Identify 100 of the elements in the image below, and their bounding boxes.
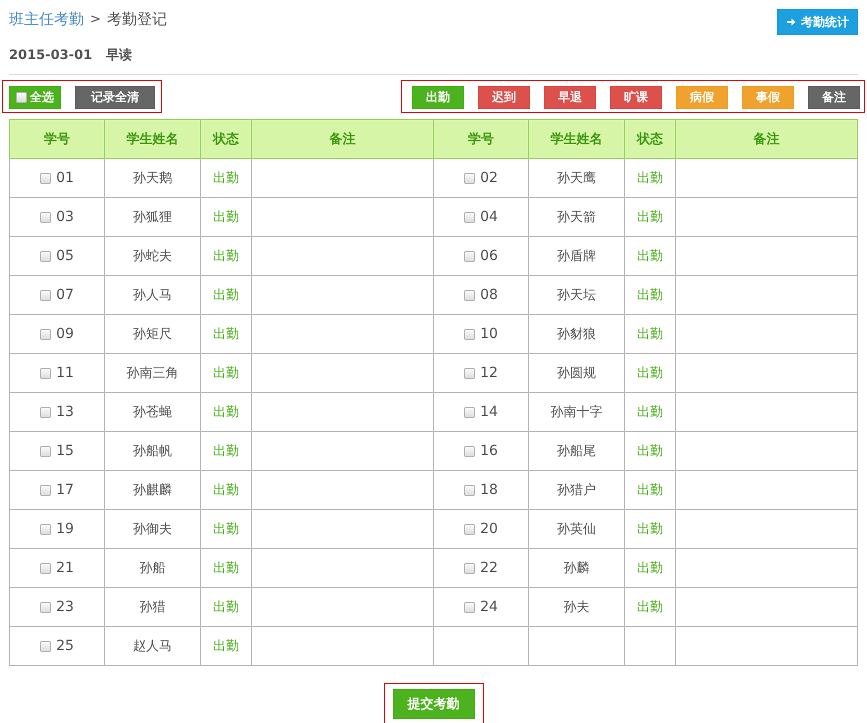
student-name: 赵人马 [133,639,172,654]
submit-button[interactable]: 提交考勤 [392,689,474,719]
checkbox[interactable] [464,602,476,612]
column-header: 学号 [434,120,528,158]
status-label: 出勤 [637,288,663,303]
checkbox[interactable] [40,250,52,262]
checkbox[interactable] [16,92,27,103]
student-name: 孙苍蝇 [133,405,172,420]
status-label: 出勤 [213,288,239,303]
status-label: 出勤 [213,249,239,264]
checkbox[interactable] [464,368,476,378]
status-label: 出勤 [213,444,239,459]
session-date: 2015-03-01 [9,48,92,62]
clear-button[interactable]: 记录全清 [75,86,155,109]
checkbox[interactable] [40,602,52,612]
checkbox[interactable] [464,328,476,340]
column-header: 状态 [200,120,252,158]
student-name: 孙圆规 [557,366,596,381]
column-header: 状态 [624,120,676,158]
status-button[interactable]: 备注 [808,86,860,109]
student-name: 孙狐狸 [133,210,172,225]
student-name: 孙猎户 [557,483,596,498]
status-label: 出勤 [213,405,239,420]
student-number: 17 [56,482,74,498]
select-all-button[interactable]: 全选 [9,86,61,109]
student-name: 孙人马 [133,288,172,303]
student-name: 孙蛇夫 [133,249,172,264]
breadcrumb-current: 考勤登记 [106,10,167,29]
student-name: 孙天鹰 [557,171,596,186]
student-name: 孙船尾 [557,444,596,459]
checkbox[interactable] [464,172,476,184]
status-button[interactable]: 旷课 [610,86,662,109]
status-label: 出勤 [213,522,239,537]
checkbox[interactable] [40,328,52,340]
statistics-button[interactable]: 考勤统计 [777,9,858,35]
checkbox[interactable] [40,172,52,184]
checkbox[interactable] [464,212,476,222]
checkbox[interactable] [464,406,476,418]
checkbox[interactable] [464,562,476,574]
status-button[interactable]: 早退 [544,86,596,109]
status-label: 出勤 [637,171,663,186]
student-number: 21 [56,560,74,576]
breadcrumb-link[interactable]: 班主任考勤 [9,10,84,29]
checkbox[interactable] [40,640,52,652]
student-name: 孙矩尺 [133,327,172,342]
status-label: 出勤 [637,600,663,615]
checkbox[interactable] [40,290,52,300]
student-number: 03 [56,209,74,225]
student-number: 20 [480,521,498,537]
breadcrumb-separator: > [90,12,101,27]
student-name: 孙船 [140,561,166,576]
checkbox[interactable] [464,524,476,534]
student-number: 04 [480,209,498,225]
status-label: 出勤 [637,561,663,576]
student-number: 24 [480,599,498,615]
student-number: 13 [56,404,74,420]
column-header: 学生姓名 [528,120,624,158]
checkbox[interactable] [464,446,476,456]
checkbox[interactable] [40,406,52,418]
student-name: 孙盾牌 [557,249,596,264]
checkbox[interactable] [464,250,476,262]
student-number: 09 [56,326,74,342]
student-name: 孙麟 [564,561,590,576]
status-label: 出勤 [213,327,239,342]
checkbox[interactable] [40,484,52,496]
student-name: 孙船帆 [133,444,172,459]
status-button[interactable]: 事假 [742,86,794,109]
checkbox[interactable] [40,524,52,534]
status-label: 出勤 [213,639,239,654]
student-name: 孙猎 [140,600,166,615]
checkbox[interactable] [464,484,476,496]
checkbox[interactable] [40,562,52,574]
status-label: 出勤 [213,171,239,186]
student-number: 11 [56,365,74,381]
student-name: 孙夫 [564,600,590,615]
student-number: 12 [480,365,498,381]
student-name: 孙御夫 [133,522,172,537]
status-button[interactable]: 迟到 [478,86,530,109]
status-label: 出勤 [213,600,239,615]
checkbox[interactable] [40,368,52,378]
status-label: 出勤 [213,561,239,576]
checkbox[interactable] [40,212,52,222]
status-label: 出勤 [213,366,239,381]
student-number: 08 [480,287,498,303]
student-number: 14 [480,404,498,420]
student-number: 15 [56,443,74,459]
checkbox[interactable] [464,290,476,300]
student-name: 孙南十字 [550,405,602,420]
status-label: 出勤 [637,405,663,420]
student-number: 06 [480,248,498,264]
status-button[interactable]: 出勤 [412,86,464,109]
status-label: 出勤 [637,210,663,225]
status-label: 出勤 [637,444,663,459]
status-label: 出勤 [637,522,663,537]
status-label: 出勤 [637,327,663,342]
student-name: 孙麒麟 [133,483,172,498]
student-number: 16 [480,443,498,459]
checkbox[interactable] [40,446,52,456]
status-button[interactable]: 病假 [676,86,728,109]
student-number: 05 [56,248,74,264]
